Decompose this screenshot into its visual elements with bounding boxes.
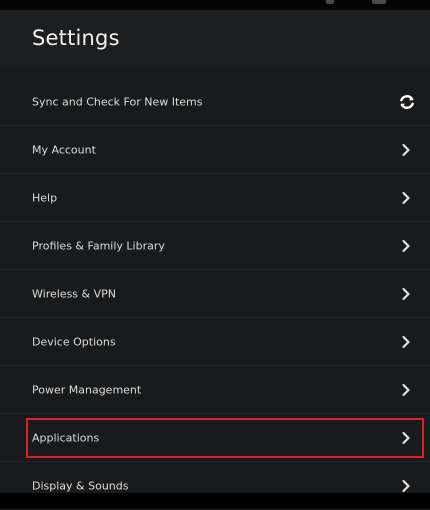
settings-item-label: Power Management [32, 383, 142, 396]
status-indicator [372, 0, 386, 4]
settings-item-display-sounds[interactable]: Display & Sounds [0, 462, 430, 510]
settings-item-help[interactable]: Help [0, 174, 430, 222]
settings-item-applications[interactable]: Applications [0, 414, 430, 462]
settings-item-power-management[interactable]: Power Management [0, 366, 430, 414]
status-indicator [326, 0, 334, 4]
chevron-right-icon [402, 191, 410, 204]
settings-item-profiles-family-library[interactable]: Profiles & Family Library [0, 222, 430, 270]
settings-item-label: Display & Sounds [32, 479, 129, 492]
settings-item-label: Help [32, 191, 58, 204]
sync-icon[interactable] [398, 93, 416, 111]
chevron-right-icon [402, 143, 410, 156]
settings-item-label: Sync and Check For New Items [32, 95, 203, 108]
chevron-right-icon [402, 239, 410, 252]
settings-item-device-options[interactable]: Device Options [0, 318, 430, 366]
settings-item-my-account[interactable]: My Account [0, 126, 430, 174]
settings-item-label: My Account [32, 143, 96, 156]
chevron-right-icon [402, 287, 410, 300]
settings-list: Sync and Check For New Items My Account … [0, 78, 430, 510]
settings-screen: Settings Sync and Check For New Items My… [0, 10, 430, 510]
settings-item-wireless-vpn[interactable]: Wireless & VPN [0, 270, 430, 318]
chevron-right-icon [402, 383, 410, 396]
chevron-right-icon [402, 479, 410, 492]
page-title: Settings [32, 26, 120, 50]
chevron-right-icon [402, 335, 410, 348]
chevron-right-icon [402, 431, 410, 444]
settings-item-label: Wireless & VPN [32, 287, 116, 300]
settings-item-sync[interactable]: Sync and Check For New Items [0, 78, 430, 126]
settings-item-label: Device Options [32, 335, 116, 348]
header: Settings [0, 10, 430, 68]
status-bar [0, 0, 430, 10]
settings-item-label: Applications [32, 431, 100, 444]
settings-item-label: Profiles & Family Library [32, 239, 165, 252]
